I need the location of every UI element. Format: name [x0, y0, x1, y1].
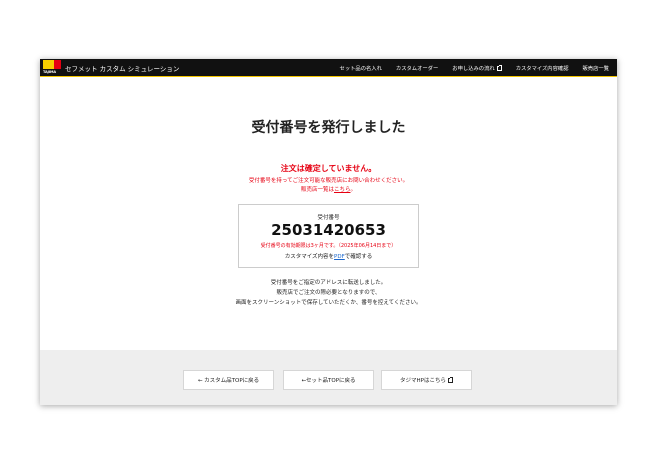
- browser-window: TAJIMA セフメット カスタム シミュレーション セット品の名入れ カスタム…: [40, 59, 617, 405]
- tajima-hp-button[interactable]: タジマHPはこちら: [381, 370, 472, 390]
- back-to-custom-top-button[interactable]: ← カスタム品TOPに戻る: [183, 370, 274, 390]
- nav-item-set-naming[interactable]: セット品の名入れ: [340, 64, 382, 72]
- tajima-logo[interactable]: TAJIMA: [43, 60, 61, 76]
- warning-title: 注文は確定していません。: [280, 164, 377, 173]
- info-line-screenshot: 画面をスクリーンショットで保存していただくか、番号を控えてください。: [235, 300, 422, 306]
- nav-item-label: カスタマイズ内容確認: [515, 66, 569, 72]
- button-label: ←セット品TOPに戻る: [301, 378, 356, 384]
- receipt-number-box: 受付番号 25031420653 受付番号の有効期限は3ヶ月です。（2025年0…: [238, 204, 419, 268]
- receipt-expiry-note: 受付番号の有効期限は3ヶ月です。（2025年06月14日まで）: [260, 243, 397, 249]
- nav-item-label: カスタムオーダー: [395, 66, 439, 72]
- footer-actions: ← カスタム品TOPに戻る ←セット品TOPに戻る タジマHPはこちら: [40, 350, 617, 405]
- external-link-icon: [496, 65, 503, 71]
- info-line-forwarded: 受付番号をご指定のアドレスに転送しました。: [270, 280, 387, 286]
- nav-item-customize-confirm[interactable]: カスタマイズ内容確認: [516, 64, 569, 72]
- info-line-required: 販売店でご注文の際必要となりますので、: [276, 290, 381, 296]
- back-to-set-top-button[interactable]: ←セット品TOPに戻る: [283, 370, 374, 390]
- pdf-confirm-prefix: カスタマイズ内容を: [284, 254, 335, 260]
- page-title: 受付番号を発行しました: [251, 120, 406, 136]
- receipt-number-label: 受付番号: [317, 215, 340, 221]
- main-nav: セット品の名入れ カスタムオーダー お申し込みの流れ カスタマイズ内容確認 販売…: [326, 64, 609, 72]
- external-link-icon: [447, 377, 454, 383]
- nav-item-label: セット品の名入れ: [339, 66, 382, 72]
- nav-item-label: 販売店一覧: [582, 66, 610, 72]
- nav-item-store-list[interactable]: 販売店一覧: [583, 64, 610, 72]
- store-list-link[interactable]: こちら: [334, 187, 351, 193]
- nav-item-custom-order[interactable]: カスタムオーダー: [396, 64, 438, 72]
- logo-text: TAJIMA: [43, 70, 57, 74]
- warning-message: 受付番号を持ってご注文可能な販売店にお問い合わせください。: [248, 178, 409, 184]
- pdf-link[interactable]: PDF: [334, 254, 345, 260]
- pdf-confirm-line: カスタマイズ内容をPDFで確認する: [239, 252, 418, 260]
- button-label: タジマHPはこちら: [400, 378, 446, 384]
- store-list-notice: 販売店一覧はこちら。: [40, 185, 617, 193]
- nav-item-application-flow[interactable]: お申し込みの流れ: [452, 64, 503, 72]
- store-list-suffix: 。: [350, 187, 357, 193]
- nav-item-label: お申し込みの流れ: [452, 66, 495, 72]
- pdf-confirm-suffix: で確認する: [344, 254, 373, 260]
- app-title: セフメット カスタム シミュレーション: [65, 65, 180, 73]
- top-navigation-bar: TAJIMA セフメット カスタム シミュレーション セット品の名入れ カスタム…: [40, 59, 617, 77]
- receipt-number: 25031420653: [271, 221, 386, 239]
- store-list-prefix: 販売店一覧は: [300, 187, 334, 193]
- logo-red-block: [54, 60, 61, 69]
- button-label: ← カスタム品TOPに戻る: [197, 378, 260, 384]
